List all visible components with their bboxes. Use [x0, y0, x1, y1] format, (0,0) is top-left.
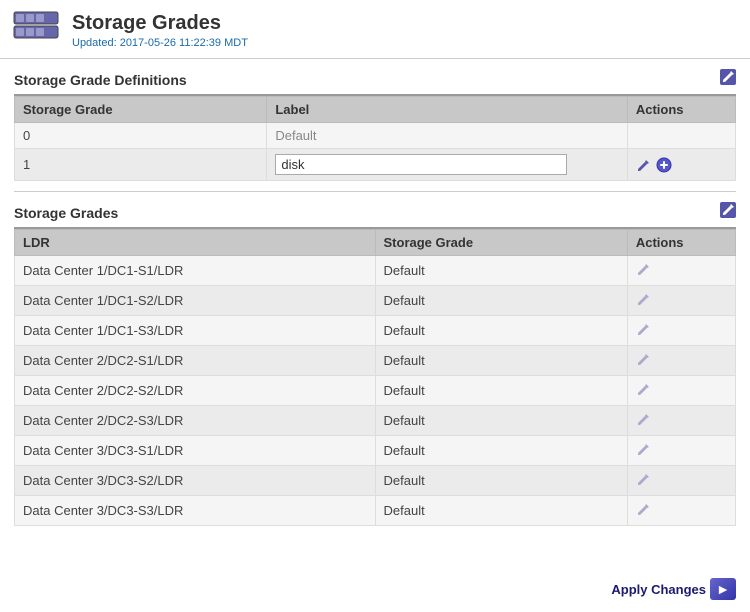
- grade-sg-cell: Default: [375, 286, 627, 316]
- grade-sg-cell: Default: [375, 376, 627, 406]
- grade-actions-cell: [627, 286, 735, 316]
- add-icon[interactable]: [656, 157, 672, 173]
- def-label-cell: Default: [267, 123, 628, 149]
- table-row: Data Center 3/DC3-S1/LDRDefault: [15, 436, 736, 466]
- grades-table: LDR Storage Grade Actions Data Center 1/…: [14, 229, 736, 526]
- grade-ldr-cell: Data Center 1/DC1-S1/LDR: [15, 256, 376, 286]
- def-label-input[interactable]: [275, 154, 567, 175]
- grade-actions-cell: [627, 406, 735, 436]
- grade-sg-cell: Default: [375, 316, 627, 346]
- grade-actions-cell: [627, 466, 735, 496]
- def-actions-cell: [627, 149, 735, 181]
- table-row: Data Center 1/DC1-S2/LDRDefault: [15, 286, 736, 316]
- edit-pencil-icon[interactable]: [636, 351, 652, 367]
- definitions-table-header-row: Storage Grade Label Actions: [15, 97, 736, 123]
- col-header-ldr: LDR: [15, 230, 376, 256]
- col-header-label: Label: [267, 97, 628, 123]
- grade-sg-cell: Default: [375, 346, 627, 376]
- grade-ldr-cell: Data Center 1/DC1-S2/LDR: [15, 286, 376, 316]
- grade-sg-cell: Default: [375, 256, 627, 286]
- col-header-storage-grade: Storage Grade: [15, 97, 267, 123]
- def-label-cell[interactable]: [267, 149, 628, 181]
- definitions-section-header: Storage Grade Definitions: [14, 69, 736, 96]
- table-row: Data Center 3/DC3-S3/LDRDefault: [15, 496, 736, 526]
- grades-table-header-row: LDR Storage Grade Actions: [15, 230, 736, 256]
- edit-pencil-icon[interactable]: [636, 291, 652, 307]
- edit-pencil-icon[interactable]: [636, 501, 652, 517]
- grade-ldr-cell: Data Center 2/DC2-S2/LDR: [15, 376, 376, 406]
- table-row: Data Center 2/DC2-S3/LDRDefault: [15, 406, 736, 436]
- table-row: Data Center 2/DC2-S1/LDRDefault: [15, 346, 736, 376]
- definitions-section: Storage Grade Definitions Storage Grade …: [0, 59, 750, 191]
- edit-pencil-icon[interactable]: [636, 321, 652, 337]
- grade-actions-cell: [627, 316, 735, 346]
- apply-changes-arrow-icon: ►: [710, 578, 736, 600]
- edit-pencil-icon[interactable]: [636, 411, 652, 427]
- grade-ldr-cell: Data Center 2/DC2-S1/LDR: [15, 346, 376, 376]
- def-grade-cell: 1: [15, 149, 267, 181]
- col-header-actions2: Actions: [627, 230, 735, 256]
- col-header-storage-grade2: Storage Grade: [375, 230, 627, 256]
- grade-ldr-cell: Data Center 2/DC2-S3/LDR: [15, 406, 376, 436]
- grade-ldr-cell: Data Center 3/DC3-S3/LDR: [15, 496, 376, 526]
- grades-section: Storage Grades LDR Storage Grade Actions…: [0, 192, 750, 536]
- edit-pencil-icon[interactable]: [636, 157, 652, 173]
- edit-pencil-icon[interactable]: [636, 441, 652, 457]
- def-grade-cell: 0: [15, 123, 267, 149]
- grade-sg-cell: Default: [375, 496, 627, 526]
- grade-actions-cell: [627, 346, 735, 376]
- grade-ldr-cell: Data Center 3/DC3-S1/LDR: [15, 436, 376, 466]
- table-row: Data Center 3/DC3-S2/LDRDefault: [15, 466, 736, 496]
- def-action-icons: [636, 157, 727, 173]
- page-subtitle: Updated: 2017-05-26 11:22:39 MDT: [72, 37, 248, 49]
- grade-sg-cell: Default: [375, 436, 627, 466]
- grade-sg-cell: Default: [375, 406, 627, 436]
- edit-pencil-icon[interactable]: [636, 471, 652, 487]
- grades-section-header: Storage Grades: [14, 202, 736, 229]
- apply-changes-button[interactable]: Apply Changes ►: [611, 578, 736, 600]
- table-row: Data Center 2/DC2-S2/LDRDefault: [15, 376, 736, 406]
- grade-actions-cell: [627, 496, 735, 526]
- grade-actions-cell: [627, 256, 735, 286]
- apply-changes-label: Apply Changes: [611, 582, 706, 597]
- definitions-edit-icon[interactable]: [720, 69, 736, 90]
- grades-title: Storage Grades: [14, 205, 118, 221]
- col-header-actions: Actions: [627, 97, 735, 123]
- definitions-title: Storage Grade Definitions: [14, 72, 187, 88]
- edit-pencil-icon[interactable]: [636, 261, 652, 277]
- grade-ldr-cell: Data Center 3/DC3-S2/LDR: [15, 466, 376, 496]
- table-row: 0Default: [15, 123, 736, 149]
- edit-pencil-icon[interactable]: [636, 381, 652, 397]
- grade-actions-cell: [627, 376, 735, 406]
- apply-changes-area: Apply Changes ►: [611, 578, 736, 600]
- header-text: Storage Grades Updated: 2017-05-26 11:22…: [72, 12, 248, 49]
- table-row: 1: [15, 149, 736, 181]
- grade-ldr-cell: Data Center 1/DC1-S3/LDR: [15, 316, 376, 346]
- definitions-table: Storage Grade Label Actions 0Default1: [14, 96, 736, 181]
- storage-grades-icon: [12, 10, 60, 50]
- page-header: Storage Grades Updated: 2017-05-26 11:22…: [0, 0, 750, 59]
- page-title: Storage Grades: [72, 12, 248, 35]
- def-actions-cell: [627, 123, 735, 149]
- grade-actions-cell: [627, 436, 735, 466]
- grade-sg-cell: Default: [375, 466, 627, 496]
- grades-edit-icon[interactable]: [720, 202, 736, 223]
- table-row: Data Center 1/DC1-S3/LDRDefault: [15, 316, 736, 346]
- table-row: Data Center 1/DC1-S1/LDRDefault: [15, 256, 736, 286]
